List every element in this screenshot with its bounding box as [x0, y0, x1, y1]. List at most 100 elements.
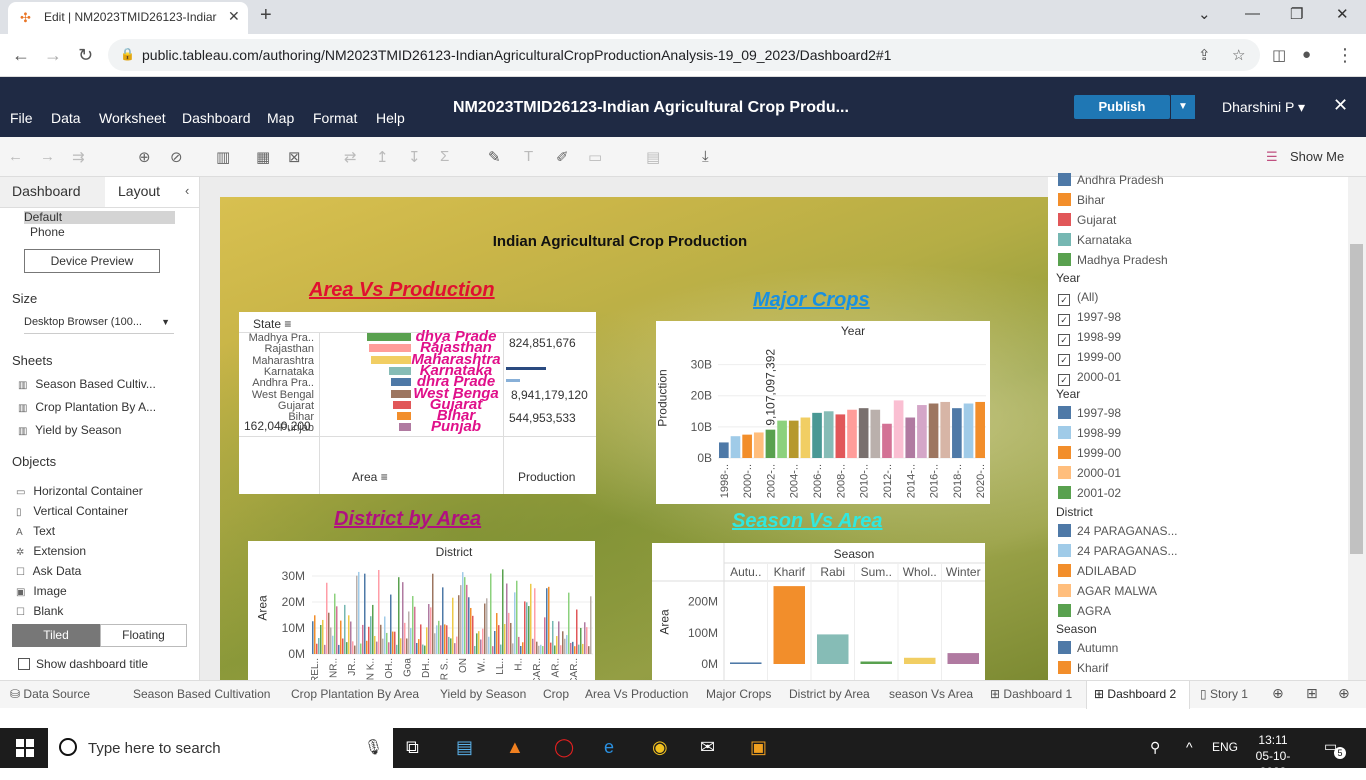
url-text[interactable]: public.tableau.com/authoring/NM2023TMID2… [142, 47, 891, 63]
menu-map[interactable]: Map [267, 110, 294, 126]
new-tab-icon[interactable]: + [260, 4, 272, 27]
replay-icon[interactable]: ⇉ [72, 148, 85, 166]
size-select[interactable]: Desktop Browser (100... ▼ [24, 316, 174, 334]
close-tab-icon[interactable]: ✕ [228, 8, 240, 25]
minimize-icon[interactable]: — [1245, 5, 1260, 22]
reload-icon[interactable]: ↻ [78, 45, 93, 66]
fix-axes-icon[interactable]: ▤ [646, 148, 660, 166]
menu-help[interactable]: Help [376, 110, 405, 126]
url-omnibox[interactable]: 🔒 public.tableau.com/authoring/NM2023TMI… [108, 39, 1260, 71]
new-datasource-icon[interactable]: ⊕ [138, 148, 151, 166]
checkbox-icon[interactable]: ✓ [1058, 334, 1070, 346]
share-icon[interactable]: ⇪ [1198, 46, 1211, 64]
back-icon[interactable]: ← [12, 45, 30, 66]
tab-sheet[interactable]: Yield by Season [440, 687, 526, 701]
restore-icon[interactable]: ❐ [1290, 5, 1303, 23]
new-story-icon[interactable]: ⊕ [1338, 685, 1350, 702]
profile-icon[interactable]: ● [1302, 46, 1311, 63]
sidepanel-icon[interactable]: ◫ [1272, 46, 1286, 64]
fit-icon[interactable]: ▭ [588, 148, 602, 166]
legend-item[interactable]: ADILABAD [1058, 564, 1136, 578]
checkbox-icon[interactable]: ✓ [1058, 374, 1070, 386]
legend-item[interactable]: 1998-99 [1058, 426, 1121, 440]
scrollbar-thumb[interactable] [1350, 244, 1363, 554]
store-icon[interactable]: ▣ [750, 737, 767, 758]
menu-data[interactable]: Data [51, 110, 81, 126]
object-image[interactable]: ▣ Image [16, 584, 67, 598]
new-worksheet-icon[interactable]: ⊕ [1272, 685, 1284, 702]
tab-data-source[interactable]: ⛁ Data Source [10, 687, 90, 701]
new-worksheet-icon[interactable]: ▥ [216, 148, 230, 166]
area-vs-production-chart[interactable]: State ≡ Madhya Pra.. dhya Prade Rajasthan R… [239, 312, 596, 494]
tab-sheet[interactable]: District by Area [789, 687, 870, 701]
close-window-icon[interactable]: ✕ [1336, 5, 1349, 23]
edge-icon[interactable]: e [604, 737, 614, 758]
tab-sheet[interactable]: Major Crops [706, 687, 771, 701]
tab-sheet[interactable]: Crop Plantation By Area [291, 687, 419, 701]
close-editor-icon[interactable]: ✕ [1333, 95, 1348, 116]
legend-item[interactable]: Andhra Pradesh [1058, 173, 1164, 187]
sheet-item[interactable]: ▥ Yield by Season [18, 423, 121, 437]
menu-file[interactable]: File [10, 110, 33, 126]
object-text[interactable]: A Text [16, 524, 55, 538]
menu-format[interactable]: Format [313, 110, 357, 126]
tab-sheet[interactable]: Area Vs Production [585, 687, 688, 701]
workbook-title[interactable]: NM2023TMID26123-Indian Agricultural Crop… [453, 99, 849, 117]
object-blank[interactable]: ☐ Blank [16, 604, 63, 618]
sort-asc-icon[interactable]: ↥ [376, 148, 389, 166]
file-explorer-icon[interactable]: ▤ [456, 737, 473, 758]
filter-item[interactable]: ✓ (All) [1058, 290, 1098, 306]
chrome-menu-icon[interactable]: ⋮ [1336, 45, 1354, 66]
chevron-up-icon[interactable]: ^ [1186, 739, 1193, 755]
taskbar-search[interactable]: Type here to search 🎙 [48, 728, 393, 768]
tab-sheet[interactable]: season Vs Area [889, 687, 973, 701]
legend-item[interactable]: Madhya Pradesh [1058, 253, 1168, 267]
filter-item[interactable]: ✓ 1998-99 [1058, 330, 1121, 346]
filter-item[interactable]: ✓ 1999-00 [1058, 350, 1121, 366]
tab-dashboard[interactable]: Dashboard [12, 183, 81, 199]
device-default[interactable]: Default [24, 211, 175, 224]
legend-item[interactable]: Bihar [1058, 193, 1105, 207]
legend-item[interactable]: 1999-00 [1058, 446, 1121, 460]
opera-icon[interactable]: ◯ [554, 737, 574, 758]
legend-item[interactable]: AGAR MALWA [1058, 584, 1157, 598]
forward-icon[interactable]: → [44, 45, 62, 66]
sheet-item[interactable]: ▥ Crop Plantation By A... [18, 400, 156, 414]
legend-item[interactable]: 2001-02 [1058, 486, 1121, 500]
district-by-area-chart[interactable]: District Area 30M 20M 10M 0M REL.. NR.. JR.. N … [248, 541, 595, 680]
clock[interactable]: 13:11 05-10-2023 [1250, 732, 1296, 780]
device-phone[interactable]: Phone [30, 225, 65, 239]
highlight-icon[interactable]: ✎ [488, 148, 501, 166]
legend-item[interactable]: 2000-01 [1058, 466, 1121, 480]
checkbox-icon[interactable]: ✓ [1058, 314, 1070, 326]
tiled-button[interactable]: Tiled [12, 624, 100, 647]
floating-button[interactable]: Floating [100, 624, 187, 647]
pause-updates-icon[interactable]: ⊘ [170, 148, 183, 166]
clear-icon[interactable]: ⊠ [288, 148, 301, 166]
tab-layout[interactable]: Layout [118, 183, 160, 199]
sort-desc-icon[interactable]: ↧ [408, 148, 421, 166]
legend-item[interactable]: AGRA [1058, 604, 1111, 618]
format-icon[interactable]: ✐ [556, 148, 569, 166]
browser-tab[interactable]: ✣ Edit | NM2023TMID26123-Indiar ✕ [8, 2, 248, 34]
tab-dashboard-2[interactable]: ⊞ Dashboard 2 [1094, 687, 1176, 701]
microphone-icon[interactable]: 🎙 [364, 738, 383, 756]
legend-item[interactable]: Karnataka [1058, 233, 1132, 247]
collapse-panel-icon[interactable]: ‹ [185, 183, 189, 198]
labels-icon[interactable]: T [524, 148, 533, 165]
legend-item[interactable]: Kharif [1058, 661, 1108, 675]
show-me-button[interactable]: Show Me [1290, 149, 1344, 164]
legend-item[interactable]: Autumn [1058, 641, 1118, 655]
windows-start-icon[interactable] [16, 739, 34, 757]
legend-item[interactable]: Gujarat [1058, 213, 1116, 227]
tab-sheet[interactable]: Crop [543, 687, 569, 701]
publish-dropdown-icon[interactable]: ▼ [1171, 95, 1195, 119]
download-icon[interactable]: ⤓ [702, 148, 709, 165]
duplicate-icon[interactable]: ▦ [256, 148, 270, 166]
mail-icon[interactable]: ✉ [700, 737, 715, 758]
filter-item[interactable]: ✓ 1997-98 [1058, 310, 1121, 326]
major-crops-chart[interactable]: Year Production 30B 20B 10B 0B 9,107,097,392… [656, 321, 990, 504]
legend-item[interactable]: 1997-98 [1058, 406, 1121, 420]
tab-story-1[interactable]: ▯ Story 1 [1200, 687, 1248, 701]
filter-item[interactable]: ✓ 2000-01 [1058, 370, 1121, 386]
